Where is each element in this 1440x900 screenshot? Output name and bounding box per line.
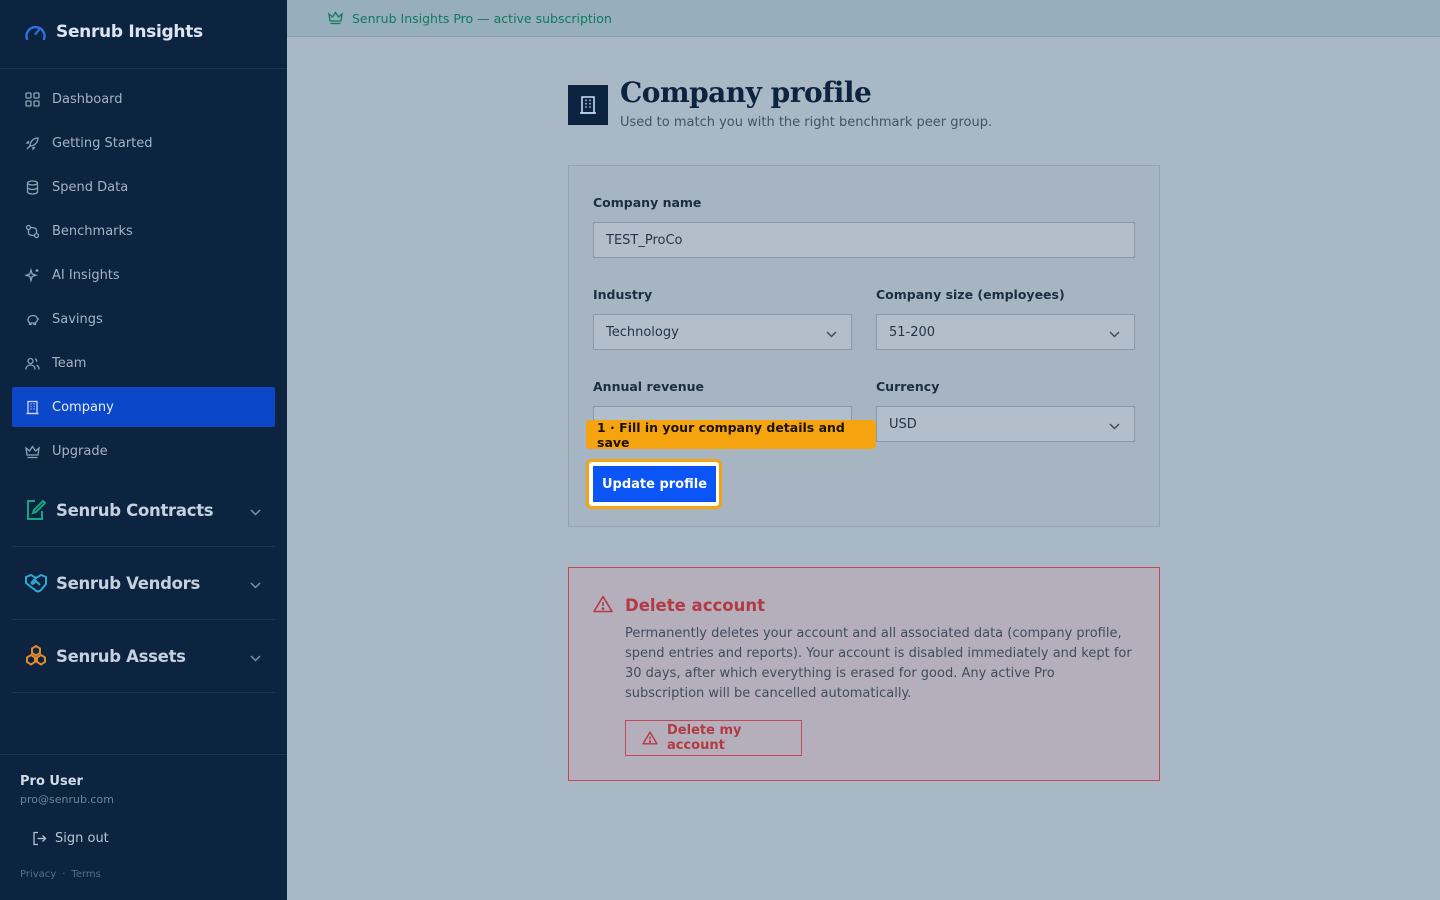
company-size-value: 51-200 — [889, 324, 936, 340]
sidebar-item-label: Benchmarks — [52, 223, 133, 239]
sidebar-item-label: Dashboard — [52, 91, 123, 107]
gauge-icon — [24, 22, 47, 42]
warning-icon — [642, 731, 658, 745]
sidebar-item-company[interactable]: Company — [12, 387, 275, 427]
building-icon — [24, 399, 40, 415]
separator: · — [62, 869, 66, 880]
user-email: pro@senrub.com — [20, 793, 114, 806]
sidebar-item-label: Spend Data — [52, 179, 129, 195]
sidebar-item-spend-data[interactable]: Spend Data — [12, 167, 275, 207]
sidebar-item-team[interactable]: Team — [12, 343, 275, 383]
group-senrub-contracts[interactable]: Senrub Contracts — [12, 474, 275, 547]
currency-value: USD — [889, 416, 917, 432]
sidebar-item-upgrade[interactable]: Upgrade — [12, 431, 275, 471]
divider — [0, 68, 287, 69]
delete-account-title: Delete account — [625, 596, 765, 615]
database-icon — [24, 179, 40, 195]
company-size-select[interactable]: 51-200 — [876, 314, 1135, 350]
sidebar-item-ai-insights[interactable]: AI Insights — [12, 255, 275, 295]
rocket-icon — [24, 135, 40, 151]
chevron-down-icon — [250, 647, 261, 666]
sidebar-item-label: AI Insights — [52, 267, 120, 283]
sidebar-item-getting-started[interactable]: Getting Started — [12, 123, 275, 163]
piggy-bank-icon — [24, 311, 40, 327]
currency-select[interactable]: USD — [876, 406, 1135, 442]
chevron-down-icon — [1109, 419, 1120, 434]
update-profile-button[interactable]: Update profile — [593, 466, 716, 502]
sidebar-item-label: Company — [52, 399, 114, 415]
sidebar-item-label: Upgrade — [52, 443, 108, 459]
page-title: Company profile — [620, 76, 872, 109]
subscription-banner: Senrub Insights Pro — active subscriptio… — [287, 0, 1440, 37]
sidebar-nav: Dashboard Getting Started Spend Data Ben… — [12, 79, 275, 475]
group-senrub-assets[interactable]: Senrub Assets — [12, 620, 275, 693]
chevron-down-icon — [250, 501, 261, 520]
group-senrub-vendors[interactable]: Senrub Vendors — [12, 547, 275, 620]
sidebar-item-label: Savings — [52, 311, 103, 327]
sidebar-item-savings[interactable]: Savings — [12, 299, 275, 339]
sidebar-item-label: Team — [52, 355, 87, 371]
group-label: Senrub Assets — [56, 646, 186, 666]
sign-out-icon — [32, 831, 47, 846]
users-icon — [24, 355, 40, 371]
crown-icon — [328, 11, 343, 25]
legal-links: Privacy · Terms — [20, 869, 101, 880]
benchmarks-icon — [24, 223, 40, 239]
banner-text: Senrub Insights Pro — active subscriptio… — [352, 10, 612, 26]
sign-out-button[interactable]: Sign out — [20, 822, 109, 854]
chevron-down-icon — [1109, 327, 1120, 342]
warning-icon — [593, 595, 613, 617]
group-label: Senrub Vendors — [56, 573, 200, 593]
company-size-label: Company size (employees) — [876, 287, 1065, 302]
crown-icon — [24, 443, 40, 459]
page-subtitle: Used to match you with the right benchma… — [620, 115, 993, 130]
chevron-down-icon — [826, 327, 837, 342]
company-name-input[interactable]: TEST_ProCo — [593, 222, 1135, 258]
sparkles-icon — [24, 267, 40, 283]
currency-label: Currency — [876, 379, 940, 394]
sidebar-item-dashboard[interactable]: Dashboard — [12, 79, 275, 119]
privacy-link[interactable]: Privacy — [20, 869, 56, 880]
group-label: Senrub Contracts — [56, 500, 214, 520]
company-name-value: TEST_ProCo — [606, 232, 683, 248]
dashboard-icon — [24, 91, 40, 107]
brand-name: Senrub Insights — [56, 22, 203, 42]
industry-label: Industry — [593, 287, 653, 302]
sidebar-item-label: Getting Started — [52, 135, 153, 151]
delete-account-button-label: Delete my account — [667, 723, 742, 753]
handshake-icon — [24, 571, 48, 595]
delete-account-button[interactable]: Delete my account — [625, 720, 802, 756]
building-icon — [568, 85, 608, 125]
sidebar: Senrub Insights Dashboard Getting Starte… — [0, 0, 287, 900]
divider — [0, 754, 287, 755]
industry-select[interactable]: Technology — [593, 314, 852, 350]
sign-out-label: Sign out — [55, 830, 109, 846]
onboarding-tooltip: 1 · Fill in your company details and sav… — [586, 420, 876, 450]
terms-link[interactable]: Terms — [71, 869, 100, 880]
sidebar-item-benchmarks[interactable]: Benchmarks — [12, 211, 275, 251]
assets-boxes-icon — [24, 644, 48, 668]
brand[interactable]: Senrub Insights — [24, 22, 203, 42]
company-name-label: Company name — [593, 195, 702, 210]
chevron-down-icon — [250, 574, 261, 593]
contract-pen-icon — [24, 498, 48, 522]
delete-account-description: Permanently deletes your account and all… — [625, 626, 1132, 701]
annual-revenue-label: Annual revenue — [593, 379, 704, 394]
industry-value: Technology — [606, 324, 679, 340]
user-name: Pro User — [20, 774, 83, 789]
